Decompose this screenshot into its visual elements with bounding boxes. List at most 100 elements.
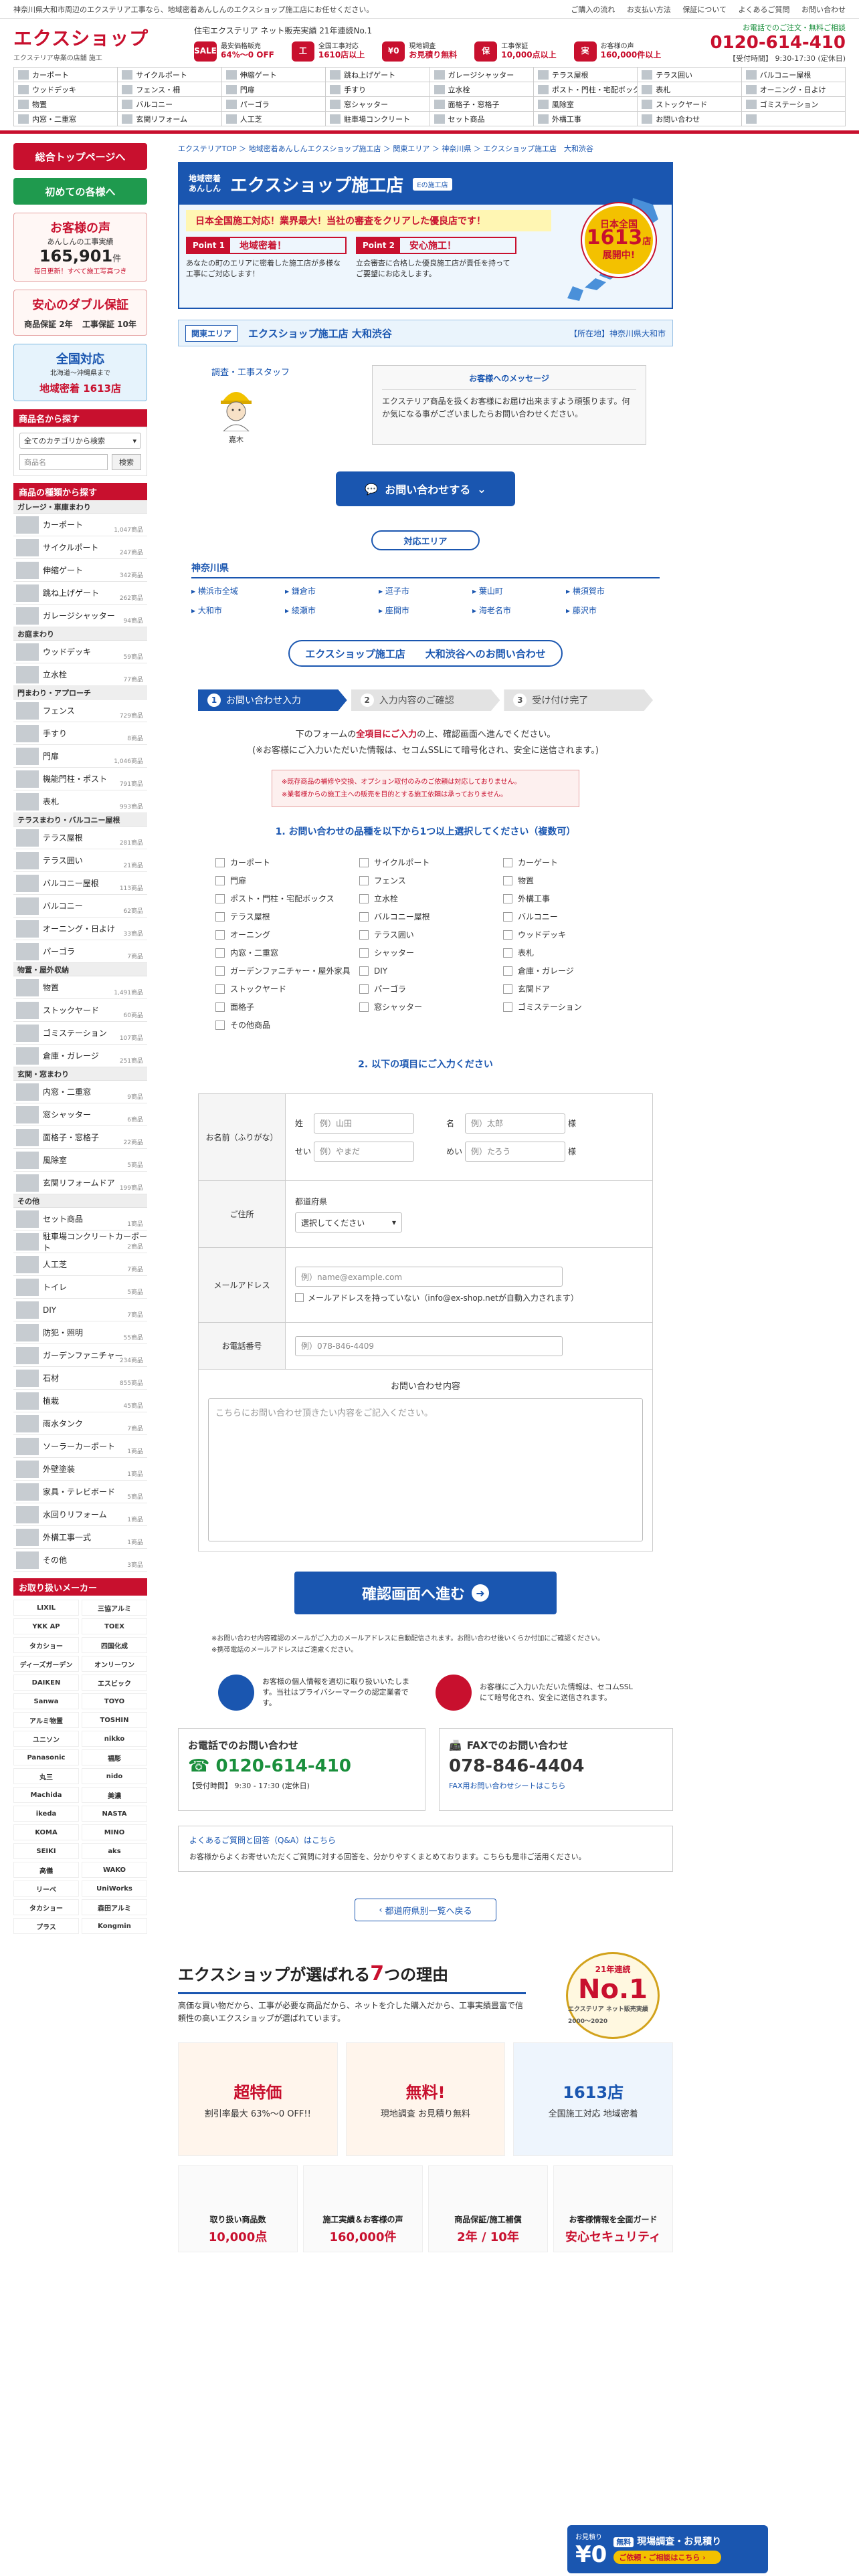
maker-logo[interactable]: aks: [82, 1843, 147, 1859]
breadcrumb[interactable]: エクステリアTOP ＞ 地域密着あんしんエクスショップ施工店 ＞ 関東エリア ＞…: [178, 143, 673, 154]
back-to-list-button[interactable]: ‹ 都道府県別一覧へ戻る: [355, 1899, 496, 1921]
sidebar-item[interactable]: 駐車場コンクリートカーポート 2商品: [13, 1230, 147, 1253]
product-checkbox[interactable]: 窓シャッター: [359, 1002, 503, 1012]
sidebar-item[interactable]: ソーラーカーポート 1商品: [13, 1435, 147, 1458]
city-link[interactable]: 葉山町: [472, 585, 566, 597]
city-link[interactable]: 藤沢市: [566, 605, 660, 616]
catnav-item[interactable]: 玄関リフォーム: [118, 112, 222, 126]
sidebar-item[interactable]: 外構工事一式 1商品: [13, 1526, 147, 1549]
sidebar-item[interactable]: 機能門柱・ポスト 791商品: [13, 768, 147, 790]
catnav-item[interactable]: 伸縮ゲート: [221, 68, 326, 82]
city-link[interactable]: 横浜市全域: [191, 585, 285, 597]
product-checkbox[interactable]: 外構工事: [503, 894, 647, 904]
catnav-item[interactable]: 駐車場コンクリート: [326, 112, 430, 126]
maker-logo[interactable]: nikko: [82, 1731, 147, 1747]
maker-logo[interactable]: SEIKI: [13, 1843, 79, 1859]
search-button[interactable]: 検索: [112, 454, 141, 470]
catnav-item[interactable]: ガレージシャッター: [430, 68, 534, 82]
product-checkbox[interactable]: バルコニー屋根: [359, 912, 503, 922]
maker-logo[interactable]: 丸三: [13, 1768, 79, 1784]
city-link[interactable]: 座間市: [379, 605, 472, 616]
top-link[interactable]: お支払い方法: [627, 5, 671, 14]
maker-logo[interactable]: Kongmin: [82, 1918, 147, 1934]
nationwide-banner[interactable]: 全国対応 北海道〜沖縄県まで 地域密着 1613店: [13, 344, 147, 401]
product-checkbox[interactable]: 内窓・二重窓: [215, 948, 359, 958]
sidebar-item[interactable]: 物置 1,491商品: [13, 976, 147, 999]
sidebar-item[interactable]: テラス屋根 281商品: [13, 827, 147, 849]
fax-sheet-link[interactable]: FAX用お問い合わせシートはこちら: [449, 1782, 565, 1790]
maker-logo[interactable]: オンリーワン: [82, 1656, 147, 1672]
catnav-item[interactable]: オーニング・日よけ: [741, 82, 846, 97]
maker-logo[interactable]: 高儀: [13, 1862, 79, 1878]
catnav-item[interactable]: バルコニー: [118, 97, 222, 112]
catnav-item[interactable]: お問い合わせ: [638, 112, 742, 126]
maker-logo[interactable]: KOMA: [13, 1824, 79, 1840]
sidebar-item[interactable]: バルコニー屋根 113商品: [13, 872, 147, 895]
sidebar-item[interactable]: テラス囲い 21商品: [13, 849, 147, 872]
sidebar-item[interactable]: 人工芝 7商品: [13, 1253, 147, 1276]
sidebar-item[interactable]: ガーデンファニチャー 234商品: [13, 1344, 147, 1367]
sidebar-item[interactable]: DIY 7商品: [13, 1299, 147, 1321]
catnav-item[interactable]: パーゴラ: [221, 97, 326, 112]
guarantee-banner[interactable]: 安心のダブル保証 商品保証 2年 工事保証 10年: [13, 290, 147, 336]
sidebar-item[interactable]: 窓シャッター 6商品: [13, 1103, 147, 1126]
product-checkbox[interactable]: 玄関ドア: [503, 984, 647, 994]
product-checkbox[interactable]: 表札: [503, 948, 647, 958]
product-checkbox[interactable]: DIY: [359, 966, 503, 976]
catnav-item[interactable]: ウッドデッキ: [14, 82, 118, 97]
sidebar-item[interactable]: フェンス 729商品: [13, 700, 147, 722]
no-email-checkbox[interactable]: メールアドレスを持っていない（info@ex-shop.netが自動入力されます…: [295, 1292, 603, 1303]
sidebar-item[interactable]: 雨水タンク 7商品: [13, 1412, 147, 1435]
maker-logo[interactable]: LIXIL: [13, 1600, 79, 1616]
catnav-item[interactable]: 人工芝: [221, 112, 326, 126]
product-checkbox[interactable]: ガーデンファニチャー・屋外家具: [215, 966, 359, 976]
customer-voice-banner[interactable]: お客様の声 あんしんの工事実績 165,901件 毎日更新！すべて施工写真つき: [13, 213, 147, 282]
phone-number[interactable]: 0120-614-410: [685, 33, 846, 53]
catnav-item[interactable]: テラス囲い: [638, 68, 742, 82]
catnav-item[interactable]: 窓シャッター: [326, 97, 430, 112]
catnav-item[interactable]: ストックヤード: [638, 97, 742, 112]
floating-estimate-button[interactable]: お見積り ¥0 無料 現場調査・お見積り ご依頼・ご相談はこちら ›: [567, 2525, 768, 2573]
sidebar-item[interactable]: ゴミステーション 107商品: [13, 1022, 147, 1045]
catnav-item[interactable]: カーポート: [14, 68, 118, 82]
city-link[interactable]: 逗子市: [379, 585, 472, 597]
maker-logo[interactable]: Panasonic: [13, 1749, 79, 1765]
catnav-item[interactable]: 立水栓: [430, 82, 534, 97]
sidebar-item[interactable]: その他 3商品: [13, 1549, 147, 1572]
sidebar-item[interactable]: バルコニー 62商品: [13, 895, 147, 918]
first-visit-button[interactable]: 初めての各様へ: [13, 178, 147, 205]
maker-logo[interactable]: UniWorks: [82, 1881, 147, 1897]
sidebar-item[interactable]: ガレージシャッター 94商品: [13, 605, 147, 627]
maker-logo[interactable]: MINO: [82, 1824, 147, 1840]
product-checkbox[interactable]: カーゲート: [503, 858, 647, 868]
city-link[interactable]: 海老名市: [472, 605, 566, 616]
first-name-input[interactable]: 例）太郎: [465, 1113, 565, 1134]
catnav-item[interactable]: 外構工事: [533, 112, 638, 126]
catnav-item[interactable]: 物置: [14, 97, 118, 112]
maker-logo[interactable]: YKK AP: [13, 1618, 79, 1634]
maker-logo[interactable]: Machida: [13, 1787, 79, 1803]
catnav-item[interactable]: バルコニー屋根: [741, 68, 846, 82]
maker-logo[interactable]: TOSHIN: [82, 1712, 147, 1728]
sidebar-item[interactable]: 水回りリフォーム 1商品: [13, 1503, 147, 1526]
sidebar-item[interactable]: 玄関リフォームドア 199商品: [13, 1172, 147, 1194]
maker-logo[interactable]: 美濃: [82, 1787, 147, 1803]
catnav-item[interactable]: 面格子・窓格子: [430, 97, 534, 112]
maker-logo[interactable]: ディーズガーデン: [13, 1656, 79, 1672]
sidebar-item[interactable]: ウッドデッキ 59商品: [13, 641, 147, 663]
sidebar-item[interactable]: 外壁塗装 1商品: [13, 1458, 147, 1481]
top-link[interactable]: お問い合わせ: [801, 5, 846, 14]
product-checkbox[interactable]: その他商品: [215, 1021, 359, 1031]
maker-logo[interactable]: 森田アルミ: [82, 1899, 147, 1915]
sidebar-item[interactable]: 家具・テレビボード 5商品: [13, 1481, 147, 1503]
product-checkbox[interactable]: カーポート: [215, 858, 359, 868]
sidebar-item[interactable]: 手すり 8商品: [13, 722, 147, 745]
product-checkbox[interactable]: フェンス: [359, 876, 503, 886]
faq-link[interactable]: よくあるご質問と回答（Q&A）はこちら: [189, 1836, 336, 1845]
sidebar-item[interactable]: 植栽 45商品: [13, 1390, 147, 1412]
catnav-item[interactable]: [741, 112, 846, 126]
product-checkbox[interactable]: ストックヤード: [215, 984, 359, 994]
header-phone[interactable]: お電話でのご注文・無料ご相談 0120-614-410 【受付時間】 9:30-…: [685, 22, 846, 64]
sidebar-item[interactable]: 伸縮ゲート 342商品: [13, 559, 147, 582]
product-checkbox[interactable]: 物置: [503, 876, 647, 886]
